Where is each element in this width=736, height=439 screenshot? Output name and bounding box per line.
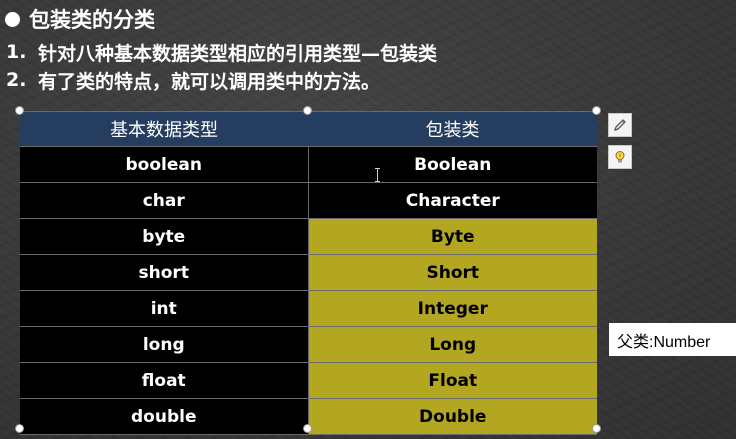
resize-handle-top-middle[interactable] bbox=[303, 106, 312, 115]
slide-title: 包装类的分类 bbox=[4, 4, 155, 34]
primitive-type-cell[interactable]: double bbox=[20, 398, 309, 435]
design-ideas-button[interactable] bbox=[608, 145, 632, 169]
header-wrapper-class[interactable]: 包装类 bbox=[308, 111, 597, 147]
wrapper-class-table[interactable]: 基本数据类型 包装类 boolean Boolean char Character by… bbox=[20, 111, 597, 435]
primitive-type-cell[interactable]: byte bbox=[20, 218, 309, 255]
table-body: boolean Boolean char Character byte Byte short… bbox=[20, 146, 597, 435]
primitive-type-cell[interactable]: long bbox=[20, 326, 309, 363]
point-2-text: 有了类的特点，就可以调用类中的方法。 bbox=[38, 70, 381, 93]
edit-table-button[interactable] bbox=[608, 113, 632, 137]
wrapper-class-cell[interactable]: Float bbox=[308, 362, 597, 399]
table-row: int Integer bbox=[20, 290, 597, 327]
wrapper-class-cell[interactable]: Byte bbox=[308, 218, 597, 255]
wrapper-class-cell[interactable]: Double bbox=[308, 398, 597, 435]
point-1-text: 针对八种基本数据类型相应的引用类型—包装类 bbox=[38, 42, 438, 65]
resize-handle-bottom-right[interactable] bbox=[592, 424, 601, 433]
slide-title-text: 包装类的分类 bbox=[29, 8, 155, 32]
point-1-number: 1. bbox=[6, 41, 27, 63]
primitive-type-cell[interactable]: short bbox=[20, 254, 309, 291]
parent-class-note: 父类:Number bbox=[609, 323, 736, 356]
resize-handle-bottom-middle[interactable] bbox=[303, 424, 312, 433]
wrapper-class-cell[interactable]: Character bbox=[308, 182, 597, 219]
table-header-row: 基本数据类型 包装类 bbox=[20, 111, 597, 147]
resize-handle-bottom-left[interactable] bbox=[15, 424, 24, 433]
wrapper-class-cell[interactable]: Long bbox=[308, 326, 597, 363]
point-2-number: 2. bbox=[6, 69, 27, 91]
bullet-dot-icon bbox=[5, 11, 20, 27]
wrapper-class-table-frame[interactable]: 基本数据类型 包装类 boolean Boolean char Character by… bbox=[20, 111, 597, 435]
wrapper-class-cell[interactable]: Short bbox=[308, 254, 597, 291]
point-2: 2. 有了类的特点，就可以调用类中的方法。 bbox=[6, 66, 380, 94]
primitive-type-cell[interactable]: boolean bbox=[20, 146, 309, 183]
primitive-type-cell[interactable]: char bbox=[20, 182, 309, 219]
point-1: 1. 针对八种基本数据类型相应的引用类型—包装类 bbox=[6, 38, 437, 66]
wrapper-class-cell[interactable]: Boolean bbox=[308, 146, 597, 183]
wrapper-class-cell[interactable]: Integer bbox=[308, 290, 597, 327]
primitive-type-cell[interactable]: float bbox=[20, 362, 309, 399]
pencil-icon bbox=[613, 119, 626, 132]
lightbulb-icon bbox=[615, 151, 625, 163]
header-primitive-type[interactable]: 基本数据类型 bbox=[20, 111, 308, 147]
table-row: byte Byte bbox=[20, 218, 597, 255]
table-row: float Float bbox=[20, 362, 597, 399]
table-row: long Long bbox=[20, 326, 597, 363]
resize-handle-top-left[interactable] bbox=[15, 106, 24, 115]
table-row: short Short bbox=[20, 254, 597, 291]
primitive-type-cell[interactable]: int bbox=[20, 290, 309, 327]
text-cursor-icon bbox=[375, 168, 380, 182]
parent-class-note-text: 父类:Number bbox=[617, 333, 711, 351]
table-row: char Character bbox=[20, 182, 597, 219]
table-row: boolean Boolean bbox=[20, 146, 597, 183]
resize-handle-top-right[interactable] bbox=[592, 106, 601, 115]
